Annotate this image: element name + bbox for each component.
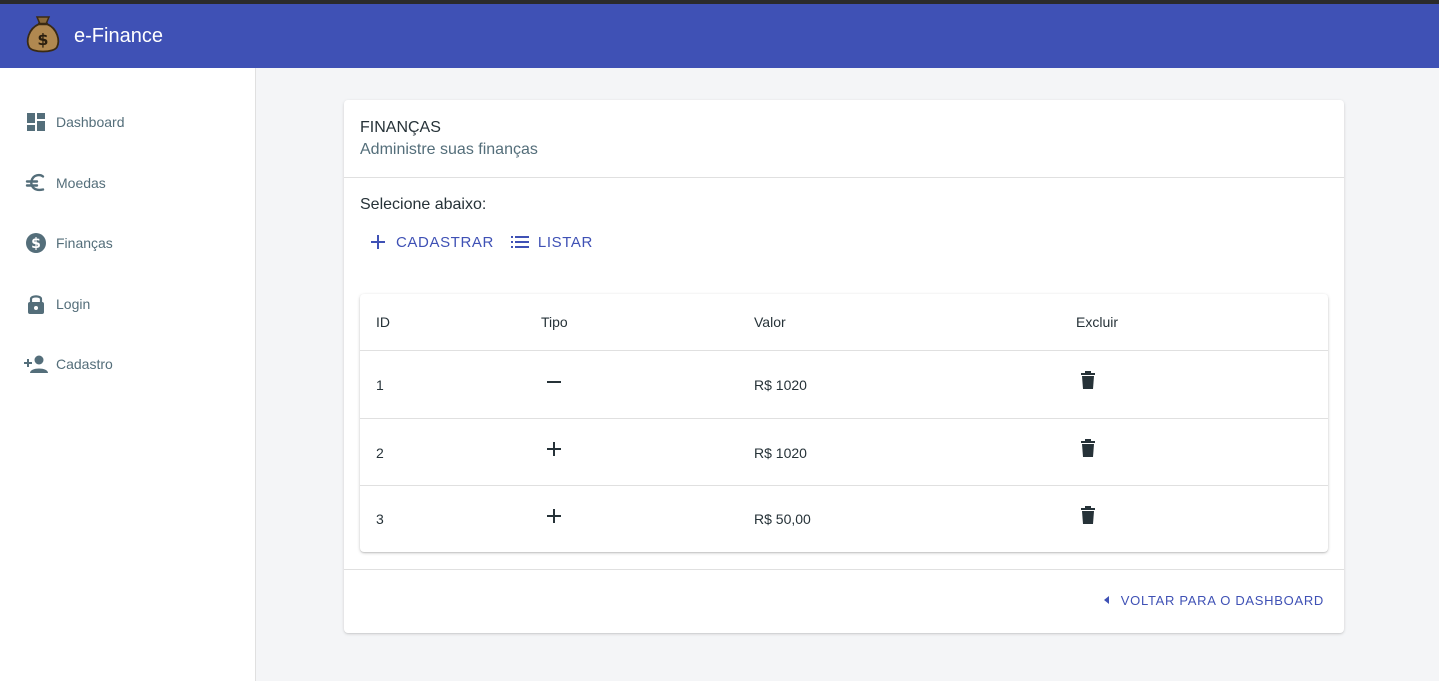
cell-id: 1	[376, 377, 384, 393]
table-row: 1 R$ 1020	[360, 351, 1328, 419]
sidebar-item-moedas[interactable]: Moedas	[0, 161, 255, 205]
sidebar: Dashboard Moedas $ Finanças Login Cadast…	[0, 68, 256, 681]
trash-icon[interactable]	[1076, 503, 1100, 527]
svg-text:$: $	[37, 30, 48, 49]
sidebar-item-label: Login	[56, 296, 91, 312]
plus-icon	[542, 437, 566, 461]
cadastrar-label: CADASTRAR	[396, 233, 494, 251]
cell-valor: R$ 1020	[754, 377, 807, 393]
column-header-valor: Valor	[754, 314, 786, 330]
financas-table: ID Tipo Valor Excluir 1 R$ 1020 2 R$ 102…	[360, 294, 1328, 552]
cell-valor: R$ 50,00	[754, 511, 811, 527]
euro-icon	[24, 171, 48, 195]
sidebar-item-financas[interactable]: $ Finanças	[0, 221, 255, 265]
money-bag-icon: $	[24, 13, 62, 55]
lock-icon	[24, 292, 48, 316]
listar-label: LISTAR	[537, 233, 593, 251]
plus-icon	[368, 232, 388, 252]
app-title: e-Finance	[74, 24, 163, 47]
listar-button[interactable]: LISTAR	[502, 226, 601, 258]
list-icon	[510, 232, 530, 252]
select-label: Selecione abaixo:	[360, 196, 487, 213]
page-title: FINANÇAS	[360, 119, 441, 136]
page-subtitle: Administre suas finanças	[360, 141, 538, 158]
sidebar-item-label: Dashboard	[56, 114, 125, 130]
sidebar-item-dashboard[interactable]: Dashboard	[0, 100, 255, 144]
cell-valor: R$ 1020	[754, 445, 807, 461]
plus-icon	[542, 504, 566, 528]
table-row: 3 R$ 50,00	[360, 486, 1328, 552]
cadastrar-button[interactable]: CADASTRAR	[360, 226, 502, 258]
cell-id: 2	[376, 445, 384, 461]
column-header-id: ID	[376, 314, 390, 330]
chevron-left-icon	[1099, 592, 1115, 608]
sidebar-item-label: Cadastro	[56, 356, 113, 372]
sidebar-item-label: Moedas	[56, 175, 106, 191]
dollar-circle-icon: $	[24, 231, 48, 255]
column-header-tipo: Tipo	[541, 314, 568, 330]
svg-text:$: $	[31, 236, 41, 252]
action-bar: CADASTRAR LISTAR	[360, 226, 601, 258]
table-header: ID Tipo Valor Excluir	[360, 294, 1328, 351]
table-row: 2 R$ 1020	[360, 419, 1328, 486]
trash-icon[interactable]	[1076, 436, 1100, 460]
cell-id: 3	[376, 511, 384, 527]
sidebar-item-cadastro[interactable]: Cadastro	[0, 342, 255, 386]
card-header: FINANÇAS Administre suas finanças	[344, 100, 1344, 178]
person-add-icon	[24, 352, 48, 376]
back-label: VOLTAR PARA O DASHBOARD	[1120, 592, 1324, 608]
sidebar-item-label: Finanças	[56, 235, 113, 251]
financas-card: FINANÇAS Administre suas finanças Seleci…	[344, 100, 1344, 633]
column-header-excluir: Excluir	[1076, 314, 1119, 330]
card-footer: VOLTAR PARA O DASHBOARD	[344, 569, 1344, 633]
minus-icon	[542, 370, 566, 394]
sidebar-item-login[interactable]: Login	[0, 282, 255, 326]
dashboard-icon	[24, 110, 48, 134]
back-to-dashboard-button[interactable]: VOLTAR PARA O DASHBOARD	[1099, 592, 1324, 608]
app-bar: $ e-Finance	[0, 4, 1439, 68]
trash-icon[interactable]	[1076, 368, 1100, 392]
